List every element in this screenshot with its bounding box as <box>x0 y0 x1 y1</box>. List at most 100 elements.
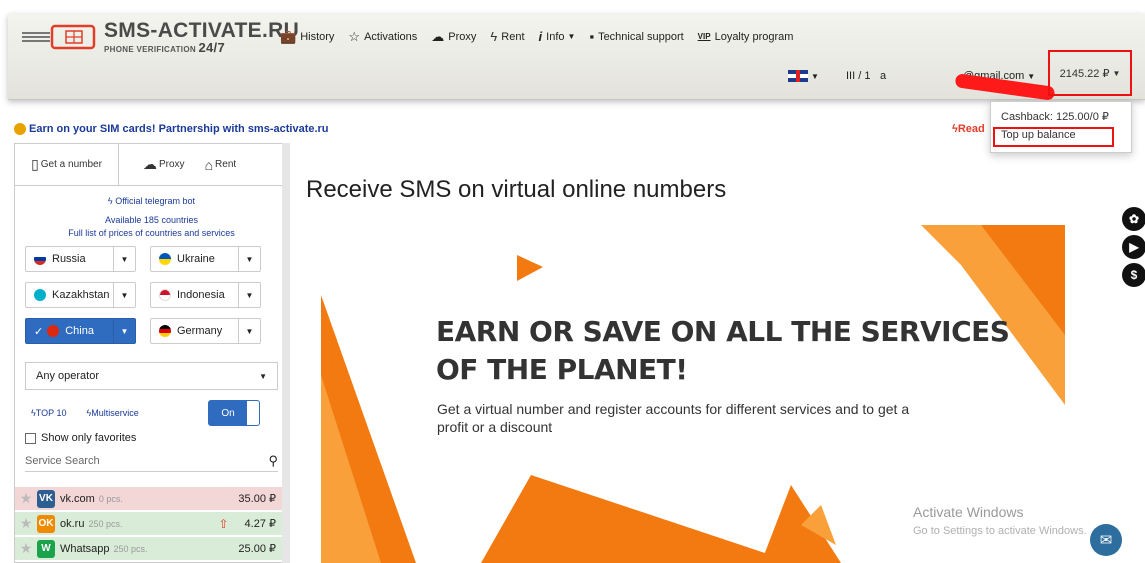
chevron-down-icon[interactable]: ▼ <box>113 319 135 343</box>
service-count: 250 pcs. <box>88 518 123 529</box>
chevron-down-icon[interactable]: ▼ <box>238 247 260 271</box>
country-germany-label: Germany <box>177 325 223 337</box>
top10-link[interactable]: ϟTOP 10 <box>31 408 66 418</box>
vk-icon: VK <box>37 489 55 508</box>
number-order-panel: ▯ Get a number ☁ Proxy ⌂ Rent ϟ Official te… <box>14 143 289 563</box>
multiservice-toggle[interactable]: On <box>208 400 260 426</box>
chat-icon: ▪ <box>589 29 595 44</box>
chevron-down-icon[interactable]: ▼ <box>113 283 135 307</box>
service-name: ok.ru <box>60 517 85 530</box>
country-germany[interactable]: Germany ▼ <box>150 318 261 344</box>
tab-proxy-label: Proxy <box>159 159 185 170</box>
menu-technical-support[interactable]: ▪ Technical support <box>589 30 683 43</box>
cloud-icon: ☁ <box>431 29 445 44</box>
toggle-on-label: On <box>209 401 247 425</box>
wechat-icon[interactable]: ✿ <box>1122 207 1145 231</box>
country-ukraine[interactable]: Ukraine ▼ <box>150 246 261 272</box>
country-kazakhstan[interactable]: Kazakhstan ▼ <box>25 282 136 308</box>
menu-rent[interactable]: ϟ Rent <box>490 30 524 43</box>
telegram-bot-link[interactable]: ϟ Official telegram bot <box>25 196 278 206</box>
filter-row: ϟTOP 10 ϟMultiservice On <box>25 400 278 426</box>
left-panel-scrollbar[interactable] <box>282 143 290 563</box>
available-suffix: countries <box>158 215 198 225</box>
menu-history-label: History <box>300 30 335 43</box>
service-row-vk[interactable]: ★ VK vk.com 0 pcs. 35.00 ₽ <box>15 487 288 510</box>
telegram-bot-text: Official telegram bot <box>115 196 196 206</box>
favorites-checkbox[interactable] <box>25 432 36 444</box>
russia-flag-icon <box>34 253 46 265</box>
cashback-item[interactable]: Cashback: 125.00/0 ₽ <box>991 108 1131 126</box>
menu-history[interactable]: 💼 History <box>280 30 334 43</box>
arrow-up-icon: ⇧ <box>218 516 229 531</box>
kazakhstan-flag-icon <box>34 289 46 301</box>
search-icon[interactable]: ⚲ <box>268 453 278 469</box>
multiservice-label: Multiservice <box>91 408 139 418</box>
country-russia[interactable]: Russia ▼ <box>25 246 136 272</box>
youtube-icon[interactable]: ▶ <box>1122 235 1145 259</box>
menu-loyalty-program[interactable]: VIP Loyalty program <box>698 31 794 43</box>
tab-get-a-number[interactable]: ▯ Get a number <box>15 144 119 185</box>
balance-dropdown-button[interactable]: 2145.22 ₽ ▼ <box>1048 50 1132 96</box>
service-price: 35.00 ₽ <box>238 493 276 505</box>
country-china-label: China <box>65 325 94 337</box>
star-icon: ☆ <box>348 29 361 44</box>
read-more-link[interactable]: ϟRead <box>952 123 985 135</box>
cloud-icon: ☁ <box>143 156 157 172</box>
lightning-icon: ϟ <box>490 29 498 44</box>
tab-rent-label: Rent <box>215 159 237 170</box>
country-ukraine-label: Ukraine <box>177 253 215 265</box>
panel-tabs: ▯ Get a number ☁ Proxy ⌂ Rent <box>15 144 288 186</box>
menu-activations[interactable]: ☆ Activations <box>348 30 417 43</box>
available-prefix: Available <box>105 215 144 225</box>
chevron-down-icon: ▼ <box>1112 68 1121 78</box>
partnership-link[interactable]: Earn on your SIM cards! Partnership with… <box>14 123 329 135</box>
favorite-star-icon[interactable]: ★ <box>15 515 37 532</box>
chevron-down-icon[interactable]: ▼ <box>238 283 260 307</box>
user-level: III / 1 <box>846 70 870 82</box>
menu-proxy[interactable]: ☁ Proxy <box>431 30 476 43</box>
tab-rent[interactable]: ⌂ Rent <box>195 144 247 185</box>
menu-info[interactable]: i Info ▼ <box>539 30 576 43</box>
support-chat-button[interactable]: ✉ <box>1090 524 1122 556</box>
country-indonesia-label: Indonesia <box>177 289 225 301</box>
language-selector[interactable]: ▼ <box>788 70 819 82</box>
country-russia-label: Russia <box>52 253 86 265</box>
multiservice-link[interactable]: ϟMultiservice <box>86 408 138 418</box>
activate-windows-subtitle: Go to Settings to activate Windows. <box>913 525 1087 537</box>
whatsapp-icon: W <box>37 539 55 558</box>
promo-heading-line-1: EARN OR SAVE ON ALL THE SERVICES <box>436 315 1010 348</box>
chevron-down-icon[interactable]: ▼ <box>113 247 135 271</box>
chat-bubble-icon: ✉ <box>1099 532 1113 549</box>
top10-label: TOP 10 <box>35 408 67 418</box>
logo-hours: 24/7 <box>198 40 225 55</box>
service-search-input[interactable]: Service Search ⚲ <box>25 450 278 472</box>
service-name: Whatsapp <box>60 542 110 555</box>
service-row-whatsapp[interactable]: ★ W Whatsapp 250 pcs. 25.00 ₽ <box>15 537 288 560</box>
menu-proxy-label: Proxy <box>448 30 477 43</box>
service-row-ok[interactable]: ★ OK ok.ru 250 pcs. ⇧ 4.27 ₽ <box>15 512 288 535</box>
phone-icon: ▯ <box>31 156 39 172</box>
tab-proxy[interactable]: ☁ Proxy <box>133 144 195 185</box>
service-name: vk.com <box>60 492 95 505</box>
top-up-highlight-box <box>993 127 1114 147</box>
money-bag-icon <box>14 123 26 135</box>
menu-info-label: Info <box>546 30 565 43</box>
chevron-down-icon: ▼ <box>259 371 267 381</box>
info-icon: i <box>538 29 543 44</box>
full-price-list-link[interactable]: Full list of prices of countries and ser… <box>25 227 278 240</box>
favorite-star-icon[interactable]: ★ <box>15 540 37 557</box>
operator-select[interactable]: Any operator ▼ <box>25 362 278 390</box>
favorites-filter[interactable]: Show only favorites <box>25 432 278 444</box>
chevron-down-icon[interactable]: ▼ <box>238 319 260 343</box>
dollar-icon[interactable]: $ <box>1122 263 1145 287</box>
country-indonesia[interactable]: Indonesia ▼ <box>150 282 261 308</box>
site-logo[interactable]: SMS-ACTIVATE.RU PHONE VERIFICATION 24/7 <box>20 20 299 54</box>
user-email-menu[interactable]: a <box>880 70 886 82</box>
menu-loyalty-label: Loyalty program <box>714 30 794 43</box>
country-china[interactable]: ✓ China ▼ <box>25 318 136 344</box>
ok-icon: OK <box>37 514 55 533</box>
favorite-star-icon[interactable]: ★ <box>15 490 37 507</box>
sim-card-logo-icon <box>20 23 98 51</box>
countries-count: 185 <box>143 215 159 225</box>
check-icon: ✓ <box>34 325 44 338</box>
